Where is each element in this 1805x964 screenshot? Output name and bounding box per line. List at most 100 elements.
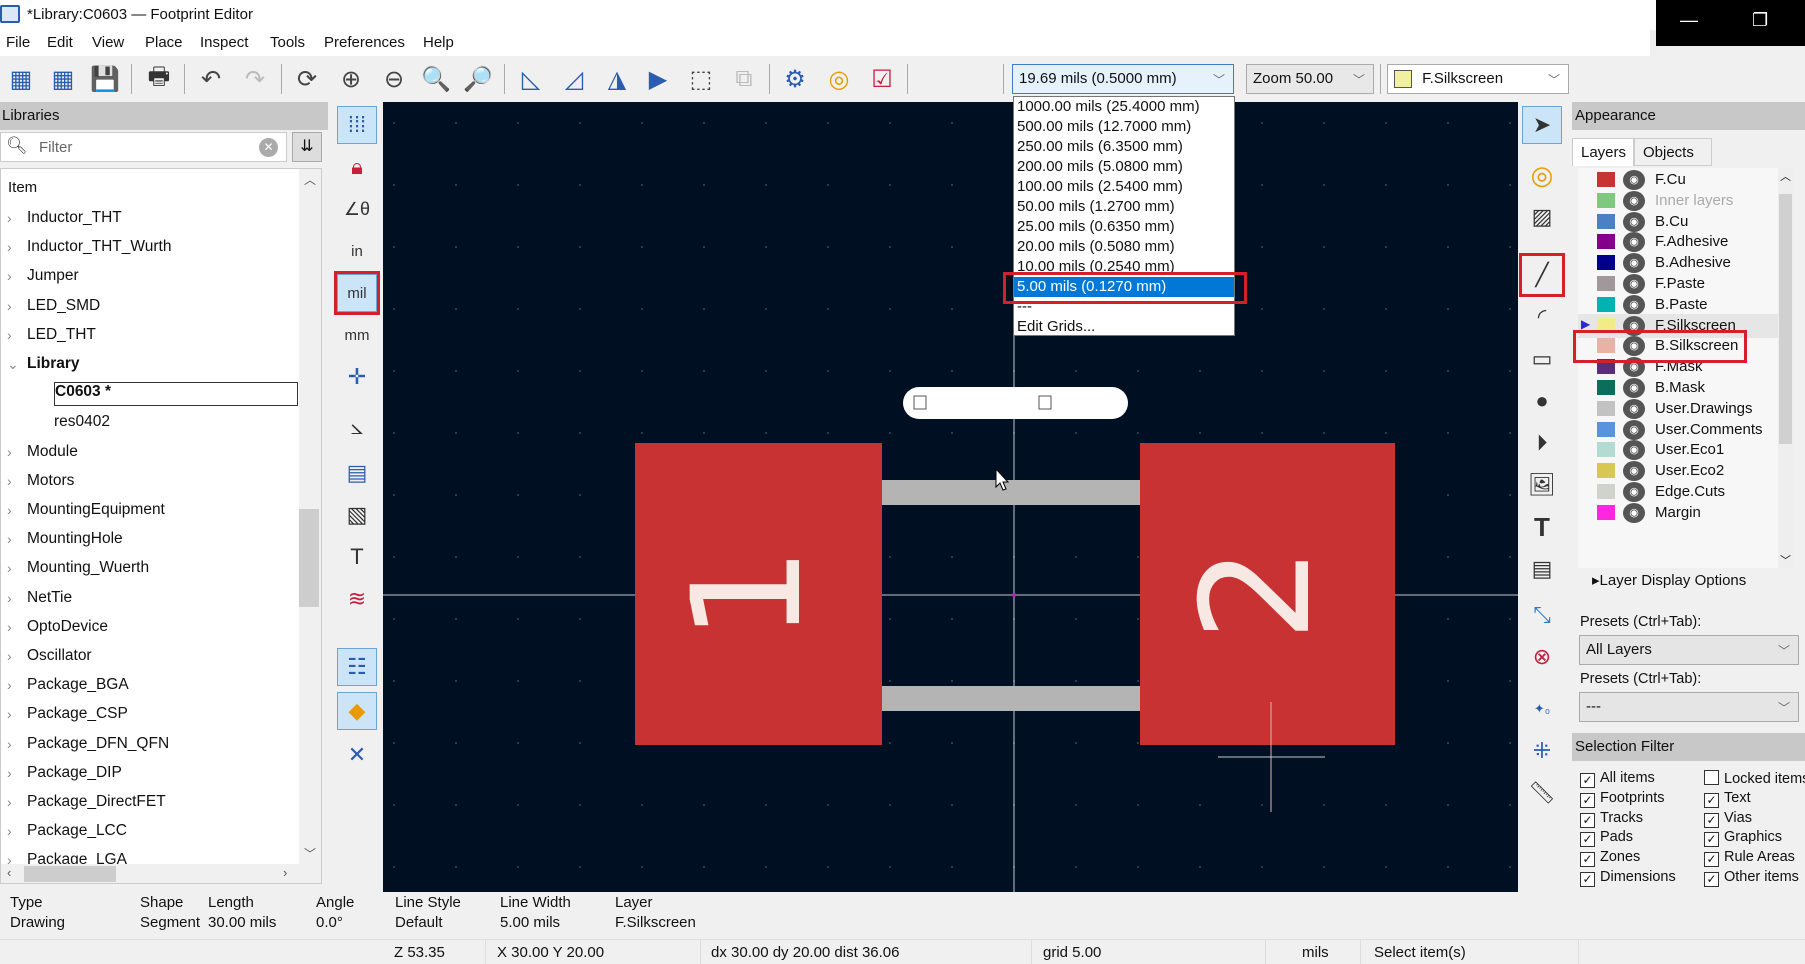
library-item[interactable]: › LED_THT <box>1 322 301 351</box>
layer-color-swatch[interactable] <box>1597 463 1615 479</box>
library-item[interactable]: › Motors <box>1 468 301 497</box>
checkbox-icon[interactable]: ✓ <box>1580 812 1595 828</box>
chevron-right-icon[interactable]: › <box>7 327 12 343</box>
eye-icon[interactable]: ◉ <box>1623 274 1645 294</box>
show-graphics-outline-icon[interactable]: ▧ <box>337 496 377 534</box>
scrollbar-thumb[interactable] <box>1779 194 1792 444</box>
footprint-item[interactable]: C0603 * <box>1 380 301 409</box>
layer-row[interactable]: ◉ Margin <box>1578 501 1783 525</box>
eye-icon[interactable]: ◉ <box>1623 502 1645 523</box>
library-item[interactable]: › NetTie <box>1 585 301 614</box>
layer-color-swatch[interactable] <box>1597 255 1615 271</box>
chevron-right-icon[interactable]: › <box>7 677 12 693</box>
filter-checkbox-rule-areas[interactable]: ✓ Rule Areas <box>1704 849 1795 868</box>
library-item[interactable]: › MountingEquipment <box>1 497 301 526</box>
chevron-right-icon[interactable]: › <box>7 531 12 547</box>
lock-grid-icon[interactable]: 🔒︎ <box>337 148 377 186</box>
show-appearance-icon[interactable]: ◆ <box>337 692 377 730</box>
draw-polygon-icon[interactable]: ⏵ <box>1522 424 1562 462</box>
zoom-select[interactable]: Zoom 50.00 ﹀ <box>1246 64 1374 94</box>
grid-option[interactable]: 500.00 mils (12.7000 mm) <box>1014 117 1234 137</box>
library-item[interactable]: › Jumper <box>1 263 301 292</box>
set-origin-icon[interactable]: ✦₀ <box>1522 690 1562 728</box>
new-footprint-icon[interactable]: ▦ <box>4 62 38 96</box>
ungroup-icon[interactable]: ⧉ <box>727 62 761 96</box>
grid-option[interactable]: 25.00 mils (0.6350 mm) <box>1014 217 1234 237</box>
library-item[interactable]: › Package_DirectFET <box>1 789 301 818</box>
show-text-outline-icon[interactable]: T <box>337 538 377 576</box>
polar-coordinates-icon[interactable]: ∠θ <box>337 190 377 228</box>
draw-arc-icon[interactable]: ◜ <box>1522 298 1562 336</box>
checkbox-icon[interactable]: ✓ <box>1580 792 1595 808</box>
layers-scrollbar[interactable]: ︿ ﹀ <box>1778 168 1793 568</box>
grid-option[interactable]: 1000.00 mils (25.4000 mm) <box>1014 97 1234 117</box>
menu-tools[interactable]: Tools <box>270 34 305 51</box>
checkbox-icon[interactable]: ✓ <box>1580 852 1595 868</box>
menu-place[interactable]: Place <box>145 34 183 51</box>
chevron-right-icon[interactable]: › <box>7 765 12 781</box>
add-dimension-icon[interactable]: ⤡ <box>1522 596 1562 634</box>
library-item[interactable]: › Inductor_THT_Wurth <box>1 234 301 263</box>
grid-option[interactable]: Edit Grids... <box>1014 317 1234 337</box>
eye-icon[interactable]: ◉ <box>1623 253 1645 274</box>
layer-display-options-toggle[interactable]: ▸Layer Display Options <box>1592 571 1746 589</box>
scroll-down-icon[interactable]: ﹀ <box>304 845 316 862</box>
footprint-checker-icon[interactable]: ☑ <box>865 62 899 96</box>
pcb-canvas[interactable]: 1 2 <box>383 102 1518 892</box>
checkbox-icon[interactable]: ✓ <box>1704 832 1719 848</box>
chevron-right-icon[interactable]: › <box>7 794 12 810</box>
chevron-right-icon[interactable]: › <box>7 648 12 664</box>
full-crosshair-icon[interactable]: ✛ <box>337 358 377 396</box>
draw-rectangle-icon[interactable]: ▭ <box>1522 340 1562 378</box>
tree-horizontal-scrollbar[interactable]: ‹ › <box>1 864 321 883</box>
chevron-right-icon[interactable]: › <box>7 268 12 284</box>
eye-icon[interactable]: ◉ <box>1623 378 1645 398</box>
chevron-right-icon[interactable]: › <box>7 502 12 518</box>
filter-checkbox-other-items[interactable]: ✓ Other items <box>1704 869 1799 887</box>
create-footprint-wizard-icon[interactable]: ▦ <box>46 62 80 96</box>
library-item[interactable]: › Inductor_THT <box>1 205 301 234</box>
units-mm-icon[interactable]: mm <box>337 316 377 354</box>
scroll-up-icon[interactable]: ︿ <box>1780 168 1791 184</box>
filter-checkbox-footprints[interactable]: ✓ Footprints <box>1580 790 1664 808</box>
layer-color-swatch[interactable] <box>1597 380 1615 395</box>
filter-checkbox-vias[interactable]: ✓ Vias <box>1704 810 1752 828</box>
library-item[interactable]: › Package_DFN_QFN <box>1 731 301 760</box>
eye-icon[interactable]: ◉ <box>1623 482 1645 502</box>
show-footprint-tree-icon[interactable]: ☷ <box>337 648 377 686</box>
filter-checkbox-dimensions[interactable]: ✓ Dimensions <box>1580 869 1676 887</box>
footprint-properties-icon[interactable]: ⚙ <box>778 62 812 96</box>
zoom-selection-icon[interactable]: 🔎 <box>461 62 495 96</box>
select-arrow-icon[interactable]: ➤ <box>1522 106 1562 144</box>
grid-option[interactable]: 20.00 mils (0.5080 mm) <box>1014 237 1234 257</box>
layer-color-swatch[interactable] <box>1597 213 1615 229</box>
library-item[interactable]: ⌄ Library <box>1 351 301 380</box>
restore-button[interactable]: ❐ <box>1752 10 1768 31</box>
grid-select[interactable]: 19.69 mils (0.5000 mm) ﹀ <box>1012 64 1234 94</box>
mirror-vertical-icon[interactable]: ▶ <box>641 62 675 96</box>
add-zone-icon[interactable]: ▨ <box>1522 198 1562 236</box>
show-pads-outline-icon[interactable]: ▤ <box>337 454 377 492</box>
filter-checkbox-zones[interactable]: ✓ Zones <box>1580 849 1640 868</box>
chevron-right-icon[interactable]: › <box>7 560 12 576</box>
checkbox-icon[interactable]: ✓ <box>1704 872 1719 887</box>
scroll-up-icon[interactable]: ︿ <box>304 171 316 188</box>
angle-constraint-icon[interactable]: ⦣ <box>337 408 377 446</box>
chevron-right-icon[interactable]: › <box>7 706 12 722</box>
library-item[interactable]: › Mounting_Wuerth <box>1 555 301 584</box>
checkbox-icon[interactable]: ✓ <box>1580 773 1595 788</box>
grid-option[interactable]: 200.00 mils (5.0800 mm) <box>1014 157 1234 177</box>
tools-icon[interactable]: ✕ <box>337 736 377 774</box>
eye-icon[interactable]: ◉ <box>1623 294 1645 315</box>
chevron-right-icon[interactable]: › <box>7 823 12 839</box>
checkbox-icon[interactable]: ✓ <box>1704 792 1719 808</box>
undo-icon[interactable]: ↶ <box>194 62 228 96</box>
layer-select[interactable]: F.Silkscreen ﹀ <box>1387 64 1569 94</box>
units-inches-icon[interactable]: in <box>337 232 377 270</box>
chevron-right-icon[interactable]: › <box>7 473 12 489</box>
rotate-cw-icon[interactable]: ◿ <box>557 62 591 96</box>
add-text-icon[interactable]: T <box>1522 508 1562 546</box>
clear-filter-icon[interactable]: ✕ <box>259 138 278 157</box>
save-icon[interactable]: 💾 <box>88 62 122 96</box>
scroll-left-icon[interactable]: ‹ <box>7 865 11 880</box>
